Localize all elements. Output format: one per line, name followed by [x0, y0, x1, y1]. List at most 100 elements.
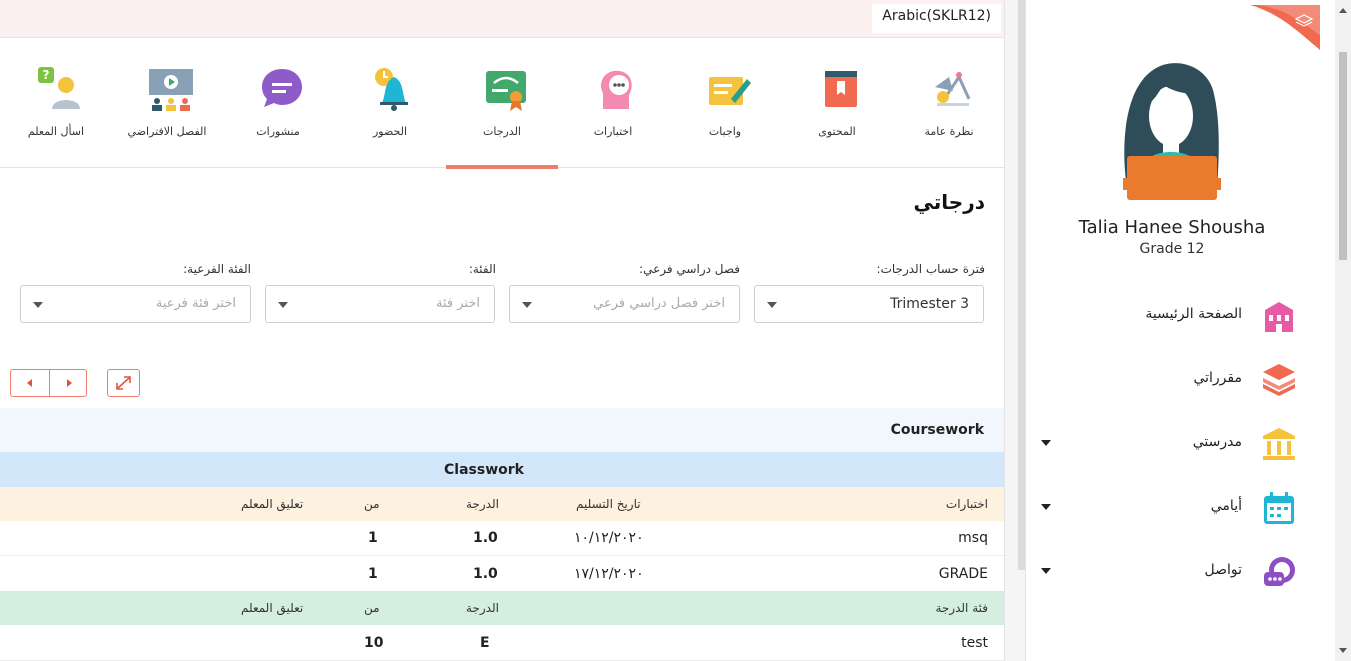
pager-buttons [10, 369, 87, 397]
category-select[interactable]: اختر فئة [265, 285, 495, 323]
expand-button[interactable] [107, 369, 140, 397]
col-grade-header: الدرجة [466, 497, 499, 511]
select-placeholder: اختر فصل دراسي فرعي [593, 296, 725, 311]
caret-right-icon [67, 379, 72, 387]
chevron-down-icon [522, 302, 532, 308]
group-row-coursework: Coursework [0, 408, 1005, 452]
student-name: Talia Hanee Shousha [1078, 217, 1266, 238]
col-grade-header: الدرجة [466, 601, 499, 615]
calendar-icon [1264, 492, 1294, 524]
category-header-row: فئة الدرجة الدرجة من تعليق المعلم [0, 591, 1005, 625]
tab-assignments[interactable]: واجبات [669, 39, 781, 168]
select-placeholder: اختر فئة فرعية [155, 296, 236, 311]
caret-down-icon[interactable] [1041, 440, 1051, 446]
subterm-select[interactable]: اختر فصل دراسي فرعي [509, 285, 740, 323]
item-date: ١٧/١٢/٢٠٢٠ [574, 565, 644, 582]
tab-grades[interactable]: الدرجات [446, 39, 558, 169]
ask-teacher-icon: ? [38, 67, 80, 109]
col-date-header: تاريخ التسليم [576, 497, 641, 511]
select-value: Trimester 3 [890, 296, 969, 312]
tab-label: اختبارات [593, 125, 633, 138]
chat-bubbles-icon [1264, 557, 1295, 586]
head-thought-icon [600, 70, 632, 109]
tab-content[interactable]: المحتوى [781, 39, 893, 168]
tab-overview[interactable]: نظرة عامة [893, 39, 1005, 168]
institution-icon [1263, 428, 1295, 460]
filter-label-grading-period: فترة حساب الدرجات: [876, 262, 985, 276]
nav-label: أيامي [1210, 498, 1242, 514]
subgroup-row-classwork: Classwork [0, 452, 1005, 487]
filter-label-subcategory: الفئة الفرعية: [183, 262, 251, 276]
course-name: Arabic(SKLR12) [872, 4, 1001, 33]
tab-attendance[interactable]: الحضور [334, 39, 446, 168]
nav-item-my-school[interactable]: مدرستي [1025, 418, 1319, 468]
desk-lamp-icon [935, 72, 971, 106]
nav-label: مدرستي [1192, 434, 1242, 450]
scrollbar-thumb[interactable] [1339, 52, 1347, 260]
next-button[interactable] [49, 370, 87, 396]
col-comment-header: تعليق المعلم [241, 601, 304, 615]
student-grade: Grade 12 [1139, 241, 1205, 257]
school-building-icon [1265, 302, 1293, 332]
scroll-down-icon[interactable] [1339, 648, 1347, 653]
tab-label: واجبات [708, 125, 742, 138]
item-date: ١٠/١٢/٢٠٢٠ [574, 530, 644, 546]
table-row[interactable]: GRADE ١٧/١٢/٢٠٢٠ 1.0 1 [0, 556, 1005, 591]
certificate-icon [486, 71, 526, 111]
col-category-header: فئة الدرجة [935, 601, 988, 615]
category-name: test [961, 634, 988, 651]
tab-label: المحتوى [818, 125, 856, 138]
category-grade: E [480, 634, 490, 651]
tab-label: اسأل المعلم [27, 125, 85, 138]
caret-left-icon [27, 379, 32, 387]
item-grade: 1.0 [473, 565, 498, 582]
subcategory-select[interactable]: اختر فئة فرعية [20, 285, 251, 323]
col-of-header: من [364, 601, 380, 615]
prev-button[interactable] [11, 370, 49, 396]
table-row[interactable]: msq ١٠/١٢/٢٠٢٠ 1.0 1 [0, 521, 1005, 556]
chevron-down-icon [278, 302, 288, 308]
table-row[interactable]: test E 10 [0, 625, 1005, 661]
tab-label: الفصل الافتراضي [127, 125, 207, 138]
col-comment-header: تعليق المعلم [241, 497, 304, 511]
item-name: msq [958, 530, 988, 546]
filter-label-subterm: فصل دراسي فرعي: [639, 262, 740, 276]
nav-item-my-days[interactable]: أيامي [1025, 482, 1319, 532]
item-of: 1 [368, 565, 378, 582]
group-title: Coursework [890, 422, 984, 438]
item-name: GRADE [938, 565, 988, 582]
scroll-up-icon[interactable] [1339, 8, 1347, 13]
virtual-classroom-icon [149, 69, 193, 111]
tab-label: الدرجات [482, 125, 521, 138]
books-stack-icon [1263, 364, 1295, 396]
subgroup-title: Classwork [444, 461, 524, 478]
main-scrollbar[interactable] [1005, 0, 1025, 661]
main-content: Arabic(SKLR12) نظرة عامة المحتوى واجبات … [0, 0, 1005, 661]
course-tabs: نظرة عامة المحتوى واجبات اختبارات الدرجا… [0, 39, 1005, 169]
bell-icon [375, 68, 408, 111]
tab-ask-teacher[interactable]: ? اسأل المعلم [0, 39, 112, 168]
collapse-corner-icon[interactable] [1250, 5, 1320, 50]
tab-virtual-classroom[interactable]: الفصل الافتراضي [111, 39, 223, 168]
speech-bubble-icon [262, 69, 302, 107]
item-grade: 1.0 [473, 530, 498, 546]
nav-label: مقرراتي [1193, 370, 1242, 386]
expand-icon [116, 376, 131, 390]
scrollbar-thumb[interactable] [1018, 0, 1025, 570]
filter-label-category: الفئة: [468, 262, 496, 276]
grading-period-select[interactable]: Trimester 3 [754, 285, 984, 323]
item-of: 1 [368, 530, 378, 546]
nav-item-communicate[interactable]: تواصل [1025, 546, 1319, 596]
page-title: درجاتي [913, 190, 985, 214]
chevron-down-icon [767, 302, 777, 308]
caret-down-icon[interactable] [1041, 504, 1051, 510]
tab-tests[interactable]: اختبارات [557, 39, 669, 168]
nav-item-my-courses[interactable]: مقرراتي [1025, 354, 1319, 404]
sidebar-scrollbar[interactable] [1335, 0, 1351, 661]
table-header-row: اختبارات تاريخ التسليم الدرجة من تعليق ا… [0, 487, 1005, 521]
nav-item-home[interactable]: الصفحة الرئيسية [1025, 290, 1319, 340]
caret-down-icon[interactable] [1041, 568, 1051, 574]
avatar [1123, 63, 1221, 200]
chevron-down-icon [33, 302, 43, 308]
tab-posts[interactable]: منشورات [222, 39, 334, 168]
